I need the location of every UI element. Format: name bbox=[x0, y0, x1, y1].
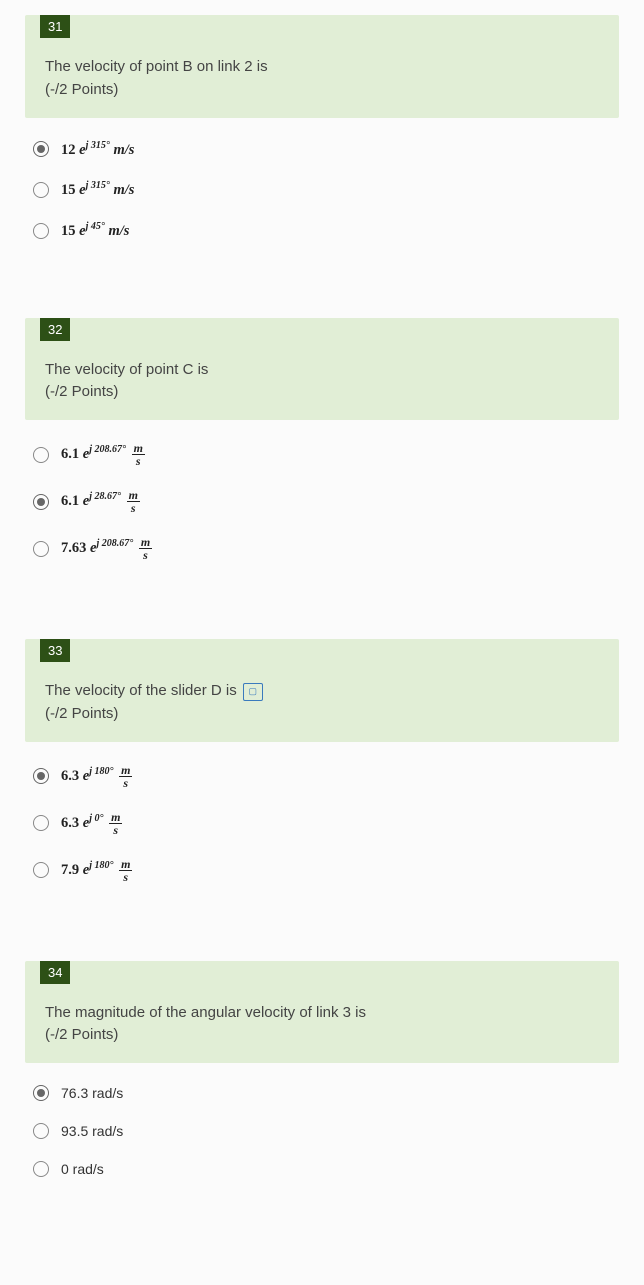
question-number: 31 bbox=[40, 15, 70, 38]
option-label: 15 ej 45° m/s bbox=[61, 221, 129, 240]
question-block: 33The velocity of the slider D is▢(-/2 P… bbox=[25, 639, 619, 911]
question-points: (-/2 Points) bbox=[25, 1024, 619, 1043]
question-points: (-/2 Points) bbox=[25, 79, 619, 98]
question-header: 32The velocity of point C is(-/2 Points) bbox=[25, 318, 619, 421]
options-group: 76.3 rad/s 93.5 rad/s 0 rad/s bbox=[25, 1063, 619, 1205]
radio-button[interactable] bbox=[33, 494, 49, 510]
question-block: 31The velocity of point B on link 2 is(-… bbox=[25, 15, 619, 268]
options-group: 6.1 ej 208.67° ms 6.1 ej 28.67° ms 7.63 ej… bbox=[25, 420, 619, 589]
options-group: 6.3 ej 180° ms 6.3 ej 0° ms 7.9 ej 180° ms bbox=[25, 742, 619, 911]
option-label: 12 ej 315° m/s bbox=[61, 140, 134, 159]
question-text: The magnitude of the angular velocity of… bbox=[25, 984, 619, 1025]
option-row[interactable]: 6.3 ej 180° ms bbox=[29, 756, 615, 797]
radio-button[interactable] bbox=[33, 862, 49, 878]
radio-button[interactable] bbox=[33, 815, 49, 831]
option-label: 6.3 ej 180° ms bbox=[61, 764, 132, 789]
radio-button[interactable] bbox=[33, 1085, 49, 1101]
question-text: The velocity of point C is bbox=[25, 341, 619, 382]
question-block: 32The velocity of point C is(-/2 Points)… bbox=[25, 318, 619, 590]
question-text: The velocity of point B on link 2 is bbox=[25, 38, 619, 79]
radio-button[interactable] bbox=[33, 1123, 49, 1139]
question-block: 34The magnitude of the angular velocity … bbox=[25, 961, 619, 1206]
options-group: 12 ej 315° m/s 15 ej 315° m/s 15 ej 45° m/… bbox=[25, 118, 619, 268]
option-label: 93.5 rad/s bbox=[61, 1123, 123, 1139]
option-label: 6.1 ej 28.67° ms bbox=[61, 489, 140, 514]
question-text: The velocity of the slider D is▢ bbox=[25, 662, 619, 703]
question-header: 33The velocity of the slider D is▢(-/2 P… bbox=[25, 639, 619, 742]
question-number: 33 bbox=[40, 639, 70, 662]
question-number: 32 bbox=[40, 318, 70, 341]
immersive-reader-icon[interactable]: ▢ bbox=[243, 683, 263, 701]
option-row[interactable]: 15 ej 315° m/s bbox=[29, 172, 615, 207]
option-row[interactable]: 93.5 rad/s bbox=[29, 1115, 615, 1147]
radio-button[interactable] bbox=[33, 768, 49, 784]
question-points: (-/2 Points) bbox=[25, 703, 619, 722]
radio-button[interactable] bbox=[33, 447, 49, 463]
option-label: 6.3 ej 0° ms bbox=[61, 811, 122, 836]
option-label: 76.3 rad/s bbox=[61, 1085, 123, 1101]
question-header: 31The velocity of point B on link 2 is(-… bbox=[25, 15, 619, 118]
radio-button[interactable] bbox=[33, 223, 49, 239]
radio-button[interactable] bbox=[33, 541, 49, 557]
radio-button[interactable] bbox=[33, 141, 49, 157]
option-label: 15 ej 315° m/s bbox=[61, 180, 134, 199]
option-label: 7.63 ej 208.67° ms bbox=[61, 536, 152, 561]
option-row[interactable]: 6.1 ej 208.67° ms bbox=[29, 434, 615, 475]
option-row[interactable]: 6.3 ej 0° ms bbox=[29, 803, 615, 844]
question-header: 34The magnitude of the angular velocity … bbox=[25, 961, 619, 1064]
question-points: (-/2 Points) bbox=[25, 381, 619, 400]
option-row[interactable]: 6.1 ej 28.67° ms bbox=[29, 481, 615, 522]
option-row[interactable]: 0 rad/s bbox=[29, 1153, 615, 1185]
radio-button[interactable] bbox=[33, 1161, 49, 1177]
option-row[interactable]: 12 ej 315° m/s bbox=[29, 132, 615, 167]
option-label: 0 rad/s bbox=[61, 1161, 104, 1177]
question-number: 34 bbox=[40, 961, 70, 984]
option-label: 7.9 ej 180° ms bbox=[61, 858, 132, 883]
option-label: 6.1 ej 208.67° ms bbox=[61, 442, 145, 467]
option-row[interactable]: 15 ej 45° m/s bbox=[29, 213, 615, 248]
option-row[interactable]: 76.3 rad/s bbox=[29, 1077, 615, 1109]
option-row[interactable]: 7.63 ej 208.67° ms bbox=[29, 528, 615, 569]
option-row[interactable]: 7.9 ej 180° ms bbox=[29, 850, 615, 891]
radio-button[interactable] bbox=[33, 182, 49, 198]
